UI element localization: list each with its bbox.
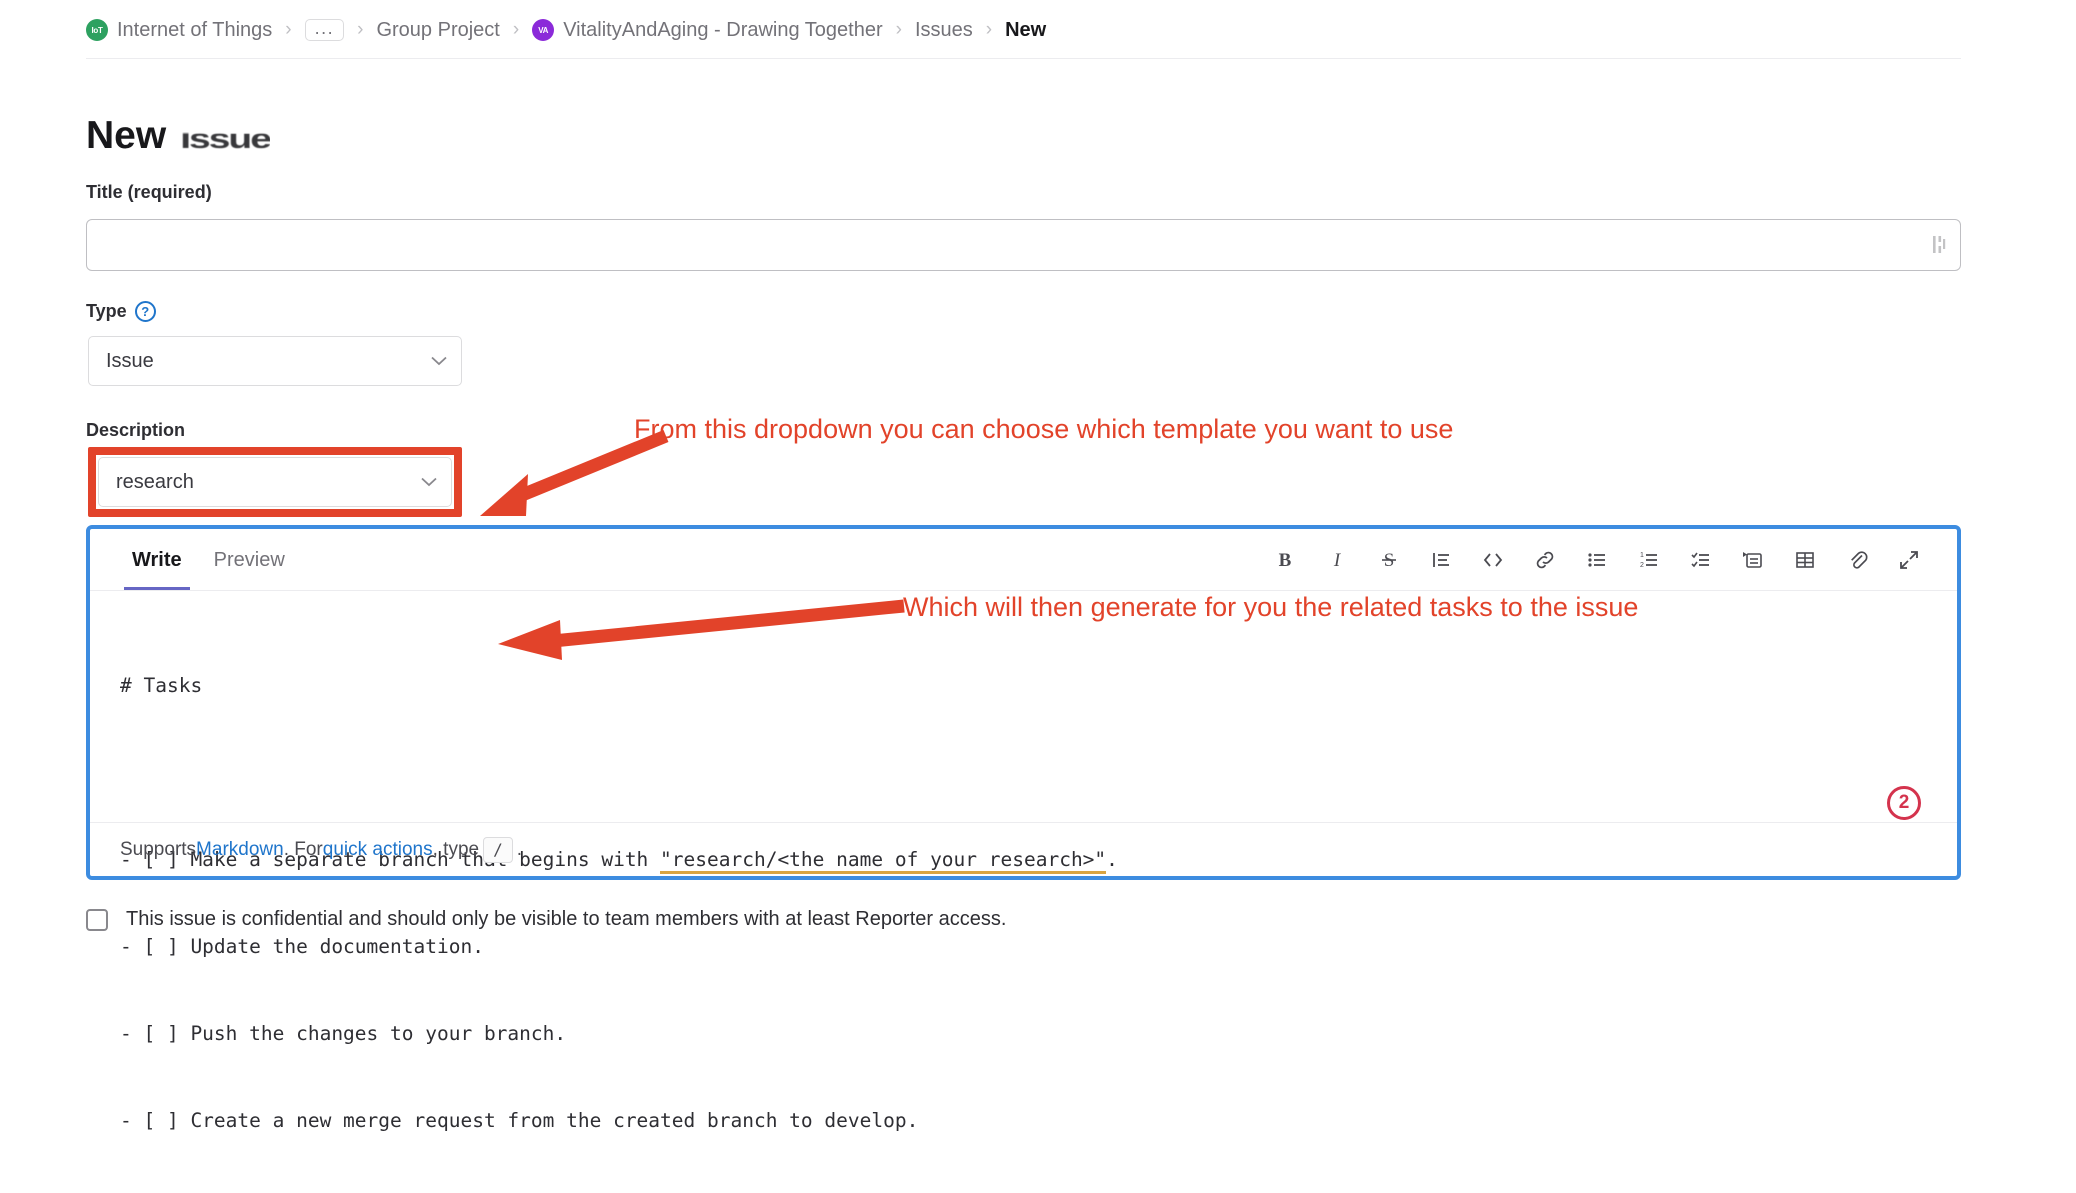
markdown-toolbar: B I S 12 <box>1259 529 1935 590</box>
footer-middle: . For <box>283 838 323 860</box>
task-list-icon[interactable] <box>1675 537 1727 583</box>
page-title: New Issue <box>86 114 272 158</box>
group-avatar: IoT <box>86 19 108 41</box>
resize-grip-icon[interactable] <box>1932 234 1946 256</box>
annotation-text-1: From this dropdown you can choose which … <box>634 414 1454 444</box>
page-title-glitched-word: Issue <box>180 123 272 155</box>
annotation-text-2: Which will then generate for you the rel… <box>903 592 1639 622</box>
breadcrumb-item-issues[interactable]: Issues <box>915 19 973 42</box>
svg-text:1: 1 <box>1640 552 1644 559</box>
type-field-label: Type ? <box>86 301 156 322</box>
breadcrumb-label-subgroup: Group Project <box>376 18 500 41</box>
description-field-label: Description <box>86 420 186 440</box>
footer-type-text: , type <box>432 838 480 860</box>
markdown-textarea[interactable]: # Tasks - [ ] Make a separate branch tha… <box>90 591 1957 1193</box>
code-icon[interactable] <box>1467 537 1519 583</box>
chevron-down-icon <box>421 477 437 487</box>
breadcrumb-item-project[interactable]: VA VitalityAndAging - Drawing Together <box>532 18 883 42</box>
numbered-list-icon[interactable]: 12 <box>1623 537 1675 583</box>
template-select-value: research <box>116 470 194 493</box>
question-mark-circle-icon[interactable]: ? <box>134 301 156 322</box>
markdown-help-link[interactable]: Markdown <box>196 839 284 861</box>
breadcrumb-separator: › <box>895 19 902 40</box>
footer-suffix: . <box>516 838 523 860</box>
svg-text:I: I <box>1333 550 1342 571</box>
svg-text:B: B <box>1279 550 1292 571</box>
editor-tab-bar: Write Preview B I S 1 2 <box>90 529 1957 591</box>
breadcrumb-item-subgroup[interactable]: Group Project <box>376 19 499 42</box>
editor-footer: Supports Markdown. For quick actions, ty… <box>90 822 1957 876</box>
description-template-select[interactable]: research <box>98 457 452 507</box>
tab-write[interactable]: Write <box>116 530 198 590</box>
breadcrumb-list: IoT Internet of Things › ... › Group Pro… <box>86 19 1046 42</box>
project-avatar: VA <box>532 19 555 41</box>
breadcrumb-item-new: New <box>1005 18 1047 41</box>
strikethrough-icon[interactable]: S <box>1363 537 1415 583</box>
markdown-task-line-3: - [ ] Push the changes to your branch. <box>120 1022 567 1045</box>
table-icon[interactable] <box>1779 537 1831 583</box>
breadcrumb-ellipsis-button[interactable]: ... <box>304 19 345 41</box>
markdown-task-line-2: - [ ] Update the documentation. <box>120 935 484 958</box>
bulleted-list-icon[interactable] <box>1571 537 1623 583</box>
breadcrumb-separator: › <box>512 19 520 40</box>
breadcrumb-divider <box>86 58 1961 59</box>
slash-key-badge: / <box>483 836 513 863</box>
svg-text:2: 2 <box>1640 562 1644 569</box>
footer-prefix: Supports <box>120 838 197 860</box>
quick-actions-link[interactable]: quick actions <box>323 839 433 861</box>
breadcrumb-item-group[interactable]: IoT Internet of Things <box>86 19 272 42</box>
confidential-row[interactable]: This issue is confidential and should on… <box>86 908 1006 931</box>
breadcrumb-separator: › <box>985 19 993 40</box>
breadcrumb: IoT Internet of Things › ... › Group Pro… <box>0 0 2076 60</box>
title-field-label: Title (required) <box>86 182 212 202</box>
description-markdown-editor[interactable]: Write Preview B I S 1 2 # Tasks - [] Ma… <box>86 525 1961 1132</box>
fullscreen-icon[interactable] <box>1883 537 1935 583</box>
breadcrumb-separator: › <box>357 19 364 40</box>
markdown-task-line-4: - [ ] Create a new merge request from th… <box>120 1109 919 1132</box>
bold-icon[interactable]: B <box>1259 537 1311 583</box>
link-icon[interactable] <box>1519 537 1571 583</box>
type-select-value: Issue <box>106 349 154 372</box>
breadcrumb-label-group: Internet of Things <box>117 18 273 41</box>
italic-icon[interactable]: I <box>1311 537 1363 583</box>
breadcrumb-label-project: VitalityAndAging - Drawing Together <box>563 18 883 41</box>
confidential-checkbox[interactable] <box>86 908 108 931</box>
annotation-step-badge-2: 2 <box>1887 786 1921 820</box>
type-select[interactable]: Issue <box>88 336 462 386</box>
page-title-prefix: New <box>86 114 167 158</box>
confidential-label: This issue is confidential and should on… <box>126 908 1007 930</box>
breadcrumb-label-issues: Issues <box>914 18 973 41</box>
attachment-icon[interactable] <box>1831 537 1883 583</box>
markdown-blank-line <box>120 758 1927 787</box>
chevron-down-icon <box>431 356 447 366</box>
collapsible-section-icon[interactable] <box>1727 537 1779 583</box>
quote-icon[interactable] <box>1415 537 1467 583</box>
breadcrumb-separator: › <box>285 19 292 40</box>
markdown-heading-line: # Tasks <box>120 674 203 697</box>
type-label-text: Type <box>86 301 127 321</box>
title-input[interactable] <box>86 219 1961 271</box>
tab-preview[interactable]: Preview <box>198 530 301 590</box>
